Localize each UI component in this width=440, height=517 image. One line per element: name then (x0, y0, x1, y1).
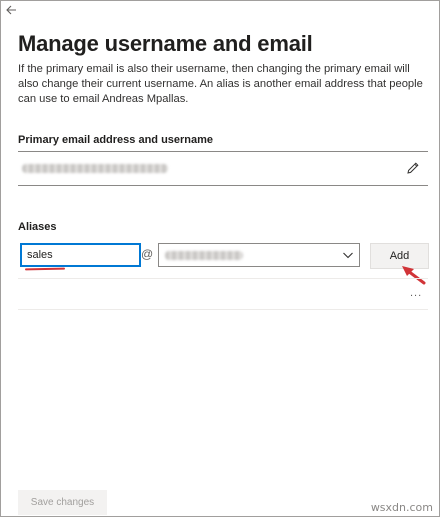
divider (18, 309, 428, 310)
back-arrow-icon[interactable] (5, 4, 19, 18)
more-options-icon[interactable]: ... (410, 287, 422, 299)
aliases-label: Aliases (18, 221, 57, 233)
primary-email-field[interactable] (18, 151, 428, 186)
save-changes-button[interactable]: Save changes (18, 490, 107, 515)
domain-dropdown[interactable] (158, 243, 360, 267)
at-sign: @ (141, 247, 154, 261)
red-arrow-annotation-icon (402, 266, 426, 285)
red-underline-annotation (24, 267, 66, 271)
panel: Manage username and email If the primary… (0, 0, 440, 517)
pencil-icon[interactable] (406, 161, 420, 175)
edit-icon (407, 162, 419, 174)
page-title: Manage username and email (18, 31, 313, 56)
primary-email-label: Primary email address and username (18, 134, 214, 146)
arrow-left-icon (6, 5, 16, 15)
page-description: If the primary email is also their usern… (18, 63, 423, 105)
chevron-down-icon (342, 248, 354, 260)
alias-input[interactable]: sales (20, 243, 141, 267)
redacted-email (22, 164, 168, 173)
divider (18, 278, 428, 279)
watermark: wsxdn.com (370, 501, 433, 514)
redacted-domain (165, 251, 243, 260)
